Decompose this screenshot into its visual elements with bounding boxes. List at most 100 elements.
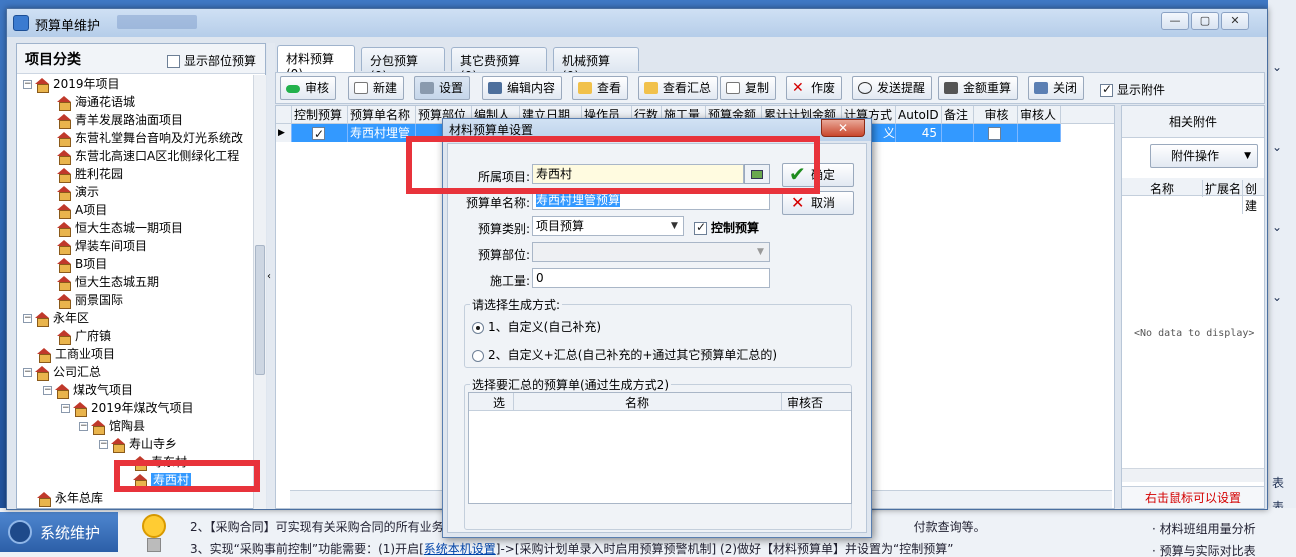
recalc-amount-button[interactable]: 金额重算 (938, 76, 1019, 100)
tree-node[interactable]: −2019年煤改气项目 (61, 399, 194, 417)
row-control-checkbox[interactable] (292, 124, 348, 142)
show-dept-checkbox[interactable]: 显示部位预算 (167, 52, 256, 69)
chevron-down-icon[interactable]: ⌄ (1272, 60, 1282, 74)
tree-node[interactable]: B项目 (57, 255, 107, 273)
tree-node[interactable]: 青羊发展路油面项目 (57, 111, 183, 129)
close-button[interactable]: 关闭 (1028, 76, 1085, 100)
cancel-button[interactable]: ✕ 取消 (782, 191, 854, 215)
col-header[interactable]: 名称 (625, 394, 649, 411)
chevron-down-icon[interactable]: ⌄ (1272, 140, 1282, 154)
col-header[interactable]: AutoID (896, 106, 942, 124)
copy-button[interactable]: 复制 (720, 76, 777, 100)
col-header[interactable]: 备注 (942, 106, 974, 124)
new-button[interactable]: 新建 (348, 76, 405, 100)
tree-node[interactable]: 丽景国际 (57, 291, 123, 309)
radio-icon[interactable] (472, 321, 484, 334)
note-material-team[interactable]: · 材料班组用量分析 (1152, 520, 1256, 537)
tree-node[interactable]: 工商业项目 (37, 345, 115, 363)
edit-content-button[interactable]: 编辑内容 (482, 76, 563, 100)
tree-node[interactable]: −2019年项目 (23, 75, 120, 93)
dialog-close-button[interactable]: ✕ (821, 119, 865, 137)
tree-node[interactable]: − 公司汇总 (23, 363, 101, 381)
collapse-icon[interactable]: − (99, 440, 108, 449)
settings-button[interactable]: 设置 (414, 76, 471, 100)
tree-scrollbar[interactable] (253, 75, 266, 509)
dropdown-arrow-icon: ▼ (671, 221, 678, 231)
house-icon (57, 222, 71, 237)
chevron-down-icon[interactable]: ⌄ (1272, 220, 1282, 234)
col-header[interactable]: 选 (493, 394, 505, 411)
tree-node[interactable]: 东营礼堂舞台音响及灯光系统改 (57, 129, 243, 147)
tree-node[interactable]: 永年总库 (37, 489, 103, 507)
scroll-thumb[interactable] (255, 245, 265, 375)
attachments-header: 名称 扩展名 创建 (1122, 178, 1264, 214)
chevron-left-icon[interactable]: ‹ (267, 271, 271, 282)
house-icon (57, 96, 71, 111)
checkbox-icon[interactable] (167, 55, 180, 68)
tree-node[interactable]: 东营北高速口A区北侧绿化工程 (57, 147, 239, 165)
minimize-button[interactable]: — (1161, 12, 1189, 30)
radio-icon[interactable] (472, 349, 484, 362)
audit-button[interactable]: 审核 (280, 76, 337, 100)
workload-field[interactable]: 0 (532, 268, 770, 288)
collapse-icon[interactable]: − (23, 368, 32, 377)
col-header[interactable]: 控制预算 (292, 106, 348, 124)
show-attachments-checkbox[interactable]: 显示附件 (1100, 81, 1165, 98)
tree-node[interactable]: 胜利花园 (57, 165, 123, 183)
checkbox-icon[interactable] (988, 127, 1001, 140)
collapse-icon[interactable]: − (23, 80, 32, 89)
attachments-hscroll[interactable] (1122, 468, 1264, 482)
note-budget-compare[interactable]: · 预算与实际对比表 (1152, 542, 1256, 557)
system-maintenance-button[interactable]: 系统维护 (0, 512, 118, 552)
tree-node[interactable]: 广府镇 (57, 327, 111, 345)
tree-node[interactable]: − 煤改气项目 (43, 381, 133, 399)
void-button[interactable]: ✕ 作废 (786, 76, 843, 100)
globe-icon (8, 520, 32, 544)
col-header[interactable]: 审核否 (787, 394, 823, 411)
tree-node[interactable]: − 馆陶县 (79, 417, 145, 435)
checkbox-icon[interactable] (694, 220, 707, 235)
tree-node[interactable]: 演示 (57, 183, 99, 201)
chevron-down-icon[interactable]: ⌄ (1272, 290, 1282, 304)
tab-subcontract-budget[interactable]: 分包预算 (0) (361, 47, 445, 83)
panel-splitter[interactable]: ‹ (267, 43, 275, 509)
tree-node[interactable]: 恒大生态城一期项目 (57, 219, 183, 237)
collapse-icon[interactable]: − (79, 422, 88, 431)
row-audit-checkbox[interactable] (974, 124, 1018, 142)
budget-dept-select[interactable]: ▼ (532, 242, 770, 262)
col-header[interactable]: 审核人 (1018, 106, 1061, 124)
collapse-icon[interactable]: − (23, 314, 32, 323)
tab-other-fee-budget[interactable]: 其它费预算 (0) (451, 47, 547, 83)
house-icon (35, 366, 49, 381)
system-settings-link[interactable]: 系统本机设置 (424, 542, 496, 556)
tree-node[interactable]: 恒大生态城五期 (57, 273, 159, 291)
tree-node[interactable]: − 永年区 (23, 309, 89, 327)
col-header[interactable]: 扩展名 (1202, 180, 1241, 197)
col-header[interactable]: 创建 (1242, 180, 1264, 214)
tab-machinery-budget[interactable]: 机械预算 (0) (553, 47, 639, 83)
tree-node[interactable]: A项目 (57, 201, 107, 219)
collapse-icon[interactable]: − (43, 386, 52, 395)
col-header[interactable]: 名称 (1150, 180, 1174, 197)
view-summary-button[interactable]: 查看汇总 (638, 76, 719, 100)
col-header[interactable]: 审核 (974, 106, 1018, 124)
collapse-icon[interactable]: − (61, 404, 70, 413)
send-reminder-button[interactable]: 发送提醒 (852, 76, 933, 100)
folder-open-icon (644, 82, 658, 94)
tree-node[interactable]: 焊装车间项目 (57, 237, 147, 255)
maximize-button[interactable]: ▢ (1191, 12, 1219, 30)
tree-node[interactable]: 海通花语城 (57, 93, 135, 111)
option-custom-summary-radio[interactable]: 2、自定义+汇总(自己补充的+通过其它预算单汇总的) (472, 346, 777, 363)
budget-type-select[interactable]: 项目预算 ▼ (532, 216, 684, 236)
grid-edit-icon (488, 82, 502, 94)
tab-material-budget[interactable]: 材料预算 (0) (277, 45, 355, 81)
col-header[interactable]: 预算单名称 (348, 106, 416, 124)
attachment-ops-button[interactable]: 附件操作 ▼ (1150, 144, 1258, 168)
checkbox-icon[interactable] (1100, 82, 1113, 97)
option-custom-radio[interactable]: 1、自定义(自己补充) (472, 318, 601, 335)
close-window-button[interactable]: ✕ (1221, 12, 1249, 30)
view-button[interactable]: 查看 (572, 76, 629, 100)
checkbox-icon[interactable] (312, 125, 325, 142)
control-budget-checkbox[interactable]: 控制预算 (694, 219, 759, 236)
tree-node[interactable]: − 寿山寺乡 (99, 435, 177, 453)
